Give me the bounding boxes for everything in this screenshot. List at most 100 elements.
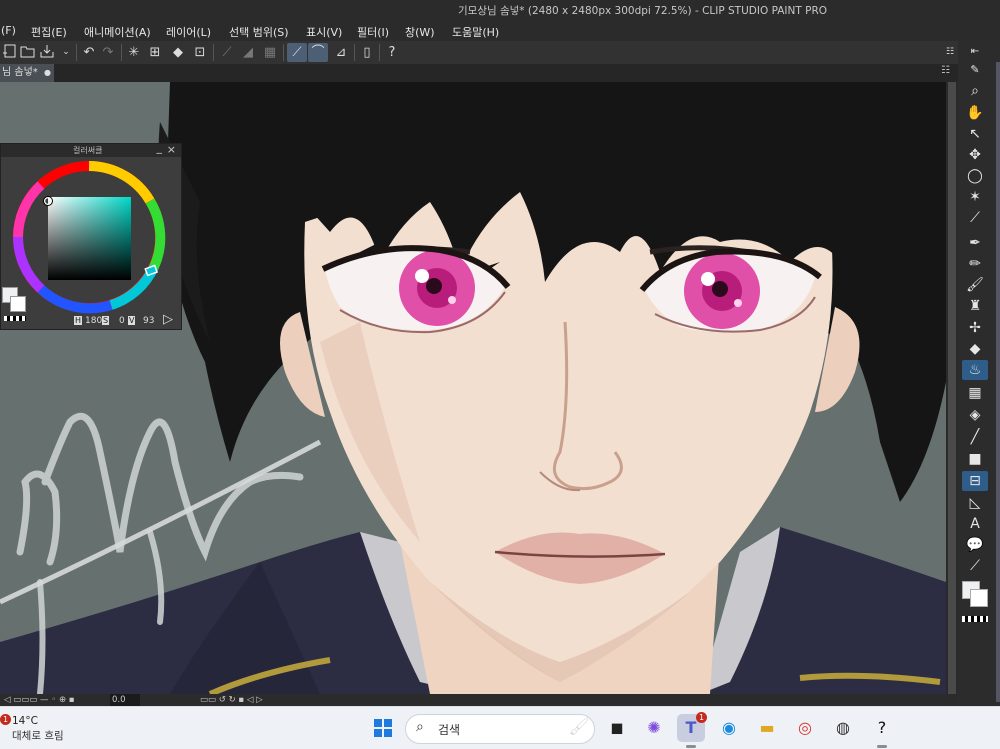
minimize-icon[interactable]: _: [157, 141, 163, 154]
airbrush-icon[interactable]: ♜: [962, 296, 988, 316]
teams-badge: 1: [696, 712, 707, 723]
start-icon[interactable]: [369, 714, 397, 742]
weather-desc[interactable]: 대체로 흐림: [12, 728, 64, 743]
clear-icon[interactable]: ⊞: [145, 43, 165, 62]
chevron-down-icon[interactable]: ⌄: [56, 43, 76, 62]
panel-menu-icon[interactable]: ☷: [940, 43, 960, 62]
document-tab-label: 님 솜넣*: [2, 67, 38, 78]
separator: [354, 44, 355, 61]
undo-icon[interactable]: ↶: [79, 43, 99, 62]
fill-icon[interactable]: ▦: [962, 383, 988, 403]
v-label: V: [128, 316, 136, 325]
figure-icon[interactable]: ╱: [962, 427, 988, 447]
brush-icon[interactable]: 🖌: [962, 275, 988, 295]
open-icon[interactable]: [18, 43, 38, 62]
help-icon[interactable]: ?: [382, 43, 402, 62]
frame-icon[interactable]: ■: [962, 449, 988, 469]
lasso-icon[interactable]: ◯: [962, 166, 988, 186]
scrollbar-thumb[interactable]: [948, 82, 956, 694]
nav-controls[interactable]: ◁ ▭▭▭ — ◦ ⊕ ▪: [4, 694, 75, 706]
terminal-icon[interactable]: ◼: [603, 714, 631, 742]
perspective-icon[interactable]: ⊿: [331, 43, 351, 62]
balloon-icon[interactable]: 💬: [962, 535, 988, 555]
decoration-icon[interactable]: ✢: [962, 318, 988, 338]
copilot-icon[interactable]: ✺: [640, 714, 668, 742]
menu-filter[interactable]: 필터(I): [357, 24, 389, 40]
pencil-icon[interactable]: ✏: [962, 254, 988, 274]
clip-studio-icon[interactable]: ?: [868, 714, 896, 742]
snap-grid-icon[interactable]: ▦: [260, 43, 280, 62]
menu-window[interactable]: 창(W): [405, 24, 435, 40]
document-tab[interactable]: 님 솜넣* ●: [0, 64, 54, 82]
h-value: 180: [85, 316, 103, 326]
play-icon[interactable]: ▷: [163, 312, 173, 327]
h-label: H: [74, 316, 83, 325]
phone-icon[interactable]: ▯: [357, 43, 377, 62]
s-value: 0: [119, 316, 125, 326]
collapse-icon[interactable]: ⇤: [962, 42, 988, 62]
widget-icon[interactable]: 🖌: [568, 717, 590, 737]
magic-wand-icon[interactable]: ✶: [962, 187, 988, 207]
v-value: 93: [143, 316, 155, 326]
fill-icon[interactable]: ◆: [168, 43, 188, 62]
menu-animation[interactable]: 애니메이션(A): [84, 24, 151, 40]
busy-icon[interactable]: ✳: [124, 43, 144, 62]
object-icon[interactable]: ↖: [962, 124, 988, 144]
vertical-scrollbar[interactable]: [946, 82, 958, 694]
teams-icon[interactable]: T 1: [677, 712, 707, 742]
menu-select[interactable]: 선택 범위(S): [229, 24, 289, 40]
menu-help[interactable]: 도움말(H): [452, 24, 499, 40]
pen-icon[interactable]: ✒: [962, 233, 988, 253]
chrome-icon[interactable]: ◎: [791, 714, 819, 742]
separator: [283, 44, 284, 61]
zoom-icon[interactable]: ⌕: [962, 81, 988, 101]
weather-temp[interactable]: 14°C: [12, 715, 38, 727]
ruler-curve-icon[interactable]: ⌒: [308, 43, 328, 62]
sub-color-swatch[interactable]: [970, 589, 988, 607]
hand-icon[interactable]: ✋: [962, 103, 988, 123]
edge-icon[interactable]: ◉: [715, 714, 743, 742]
menu-view[interactable]: 표시(V): [306, 24, 342, 40]
snap-special-icon[interactable]: ◢: [238, 43, 258, 62]
eyedropper-icon[interactable]: ⟋: [962, 208, 988, 228]
tool-rail: ⇤ ✎ ⌕ ✋ ↖ ✥ ◯ ✶ ⟋ ✒ ✏ 🖌 ♜ ✢ ◆ ♨ ▦ ◈ ╱ ■ …: [958, 41, 1000, 706]
text-icon[interactable]: A: [962, 514, 988, 534]
brush-icon[interactable]: ✎: [962, 60, 988, 80]
sub-color-swatch[interactable]: [10, 296, 26, 312]
correction-icon[interactable]: ⟋: [962, 556, 988, 576]
eraser-icon[interactable]: ◆: [962, 339, 988, 359]
separator: [76, 44, 77, 61]
color-wheel[interactable]: [1, 157, 181, 329]
taskbar: 1 14°C 대체로 흐림 ⌕ 검색 🖌 ◼ ✺ T 1 ◉ ▬ ◎ ◍ ?: [0, 706, 1000, 749]
document-tab-bar: 님 솜넣* ● ☷: [0, 64, 960, 82]
panel-edge: [996, 62, 1000, 702]
status-value[interactable]: 0.0: [110, 694, 140, 706]
blend-icon[interactable]: ♨: [962, 360, 988, 380]
snap-ruler-icon[interactable]: ⟋: [217, 43, 237, 62]
ruler-icon[interactable]: ⟋: [287, 43, 307, 62]
ruler-angle-icon[interactable]: ◺: [962, 493, 988, 513]
gradient-icon[interactable]: ◈: [962, 405, 988, 425]
transform-icon[interactable]: ⊡: [190, 43, 210, 62]
panel-header[interactable]: 컬러써클 _ ×: [1, 141, 181, 157]
s-label: S: [102, 316, 110, 325]
rotate-controls[interactable]: ▭▭ ↺ ↻ ▪ ◁ ▷: [200, 694, 263, 706]
tab-list-icon[interactable]: ☷: [941, 65, 950, 76]
close-icon[interactable]: ×: [167, 143, 176, 156]
menu-layer[interactable]: 레이어(L): [166, 24, 211, 40]
tab-close-icon[interactable]: ●: [44, 64, 51, 82]
taskbar-search[interactable]: ⌕ 검색 🖌: [405, 714, 595, 744]
new-icon[interactable]: [0, 43, 20, 62]
transparent-swatch[interactable]: [962, 616, 988, 622]
status-bar: ◁ ▭▭▭ — ◦ ⊕ ▪ 0.0 ▭▭ ↺ ↻ ▪ ◁ ▷: [0, 694, 958, 706]
save-icon[interactable]: [37, 43, 57, 62]
app-icon[interactable]: ◍: [829, 714, 857, 742]
separator: [121, 44, 122, 61]
ruler-icon[interactable]: ⊟: [962, 471, 988, 491]
menu-file[interactable]: (F): [1, 24, 16, 37]
menu-edit[interactable]: 편집(E): [31, 24, 67, 40]
window-title: 기모상님 솜넣* (2480 x 2480px 300dpi 72.5%) - …: [458, 5, 828, 17]
redo-icon[interactable]: ↷: [98, 43, 118, 62]
move-icon[interactable]: ✥: [962, 145, 988, 165]
file-explorer-icon[interactable]: ▬: [753, 714, 781, 742]
